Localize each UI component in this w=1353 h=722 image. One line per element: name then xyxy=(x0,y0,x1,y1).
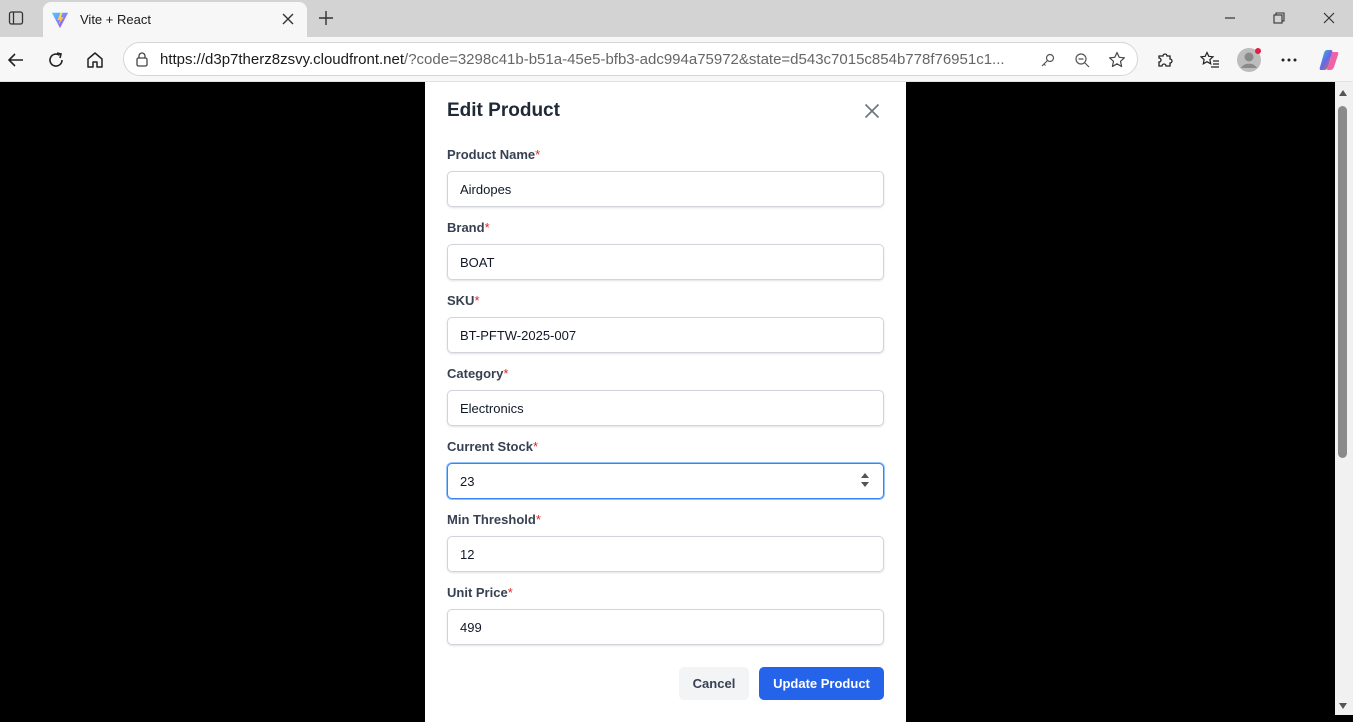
unit-price-field: Unit Price* 499 xyxy=(447,585,884,645)
tab-actions-icon[interactable] xyxy=(4,6,28,30)
current-stock-input[interactable]: 23 xyxy=(447,463,884,499)
back-arrow-icon[interactable] xyxy=(3,47,29,73)
new-tab-icon[interactable] xyxy=(314,6,338,30)
favorites-list-icon[interactable] xyxy=(1197,47,1223,73)
sku-field: SKU* BT-PFTW-2025-007 xyxy=(447,293,884,353)
refresh-icon[interactable] xyxy=(43,47,69,73)
lock-icon[interactable] xyxy=(134,51,150,67)
favorite-star-icon[interactable] xyxy=(1107,50,1127,70)
category-field: Category* Electronics xyxy=(447,366,884,426)
more-menu-icon[interactable] xyxy=(1276,47,1302,73)
profile-avatar-icon[interactable] xyxy=(1236,47,1262,73)
scrollbar-thumb[interactable] xyxy=(1338,106,1347,458)
password-key-icon[interactable] xyxy=(1038,50,1058,70)
copilot-icon[interactable] xyxy=(1316,47,1342,73)
close-icon[interactable] xyxy=(862,101,882,121)
url-query: /?code=3298c41b-b51a-45e5-bfb3-adc994a75… xyxy=(404,51,1005,68)
zoom-out-icon[interactable] xyxy=(1072,50,1092,70)
spinner-down-icon[interactable] xyxy=(861,482,869,487)
browser-tab-active[interactable]: Vite + React xyxy=(43,2,307,37)
product-name-label: Product Name* xyxy=(447,147,541,162)
browser-toolbar: https://d3p7therz8zsvy.cloudfront.net/?c… xyxy=(0,37,1353,82)
update-product-button[interactable]: Update Product xyxy=(759,667,884,700)
scroll-down-arrow-icon[interactable] xyxy=(1339,703,1347,709)
number-spinner-icon[interactable] xyxy=(861,473,869,489)
minimize-icon[interactable] xyxy=(1217,6,1243,30)
edit-product-modal: Edit Product Product Name* Airdopes Bran… xyxy=(425,82,906,722)
min-threshold-input[interactable]: 12 xyxy=(447,536,884,572)
min-threshold-field: Min Threshold* 12 xyxy=(447,512,884,572)
home-icon[interactable] xyxy=(82,47,108,73)
brand-label: Brand* xyxy=(447,220,490,235)
extensions-icon[interactable] xyxy=(1152,47,1178,73)
brand-input[interactable]: BOAT xyxy=(447,244,884,280)
cancel-button[interactable]: Cancel xyxy=(679,667,749,700)
address-bar[interactable]: https://d3p7therz8zsvy.cloudfront.net/?c… xyxy=(123,42,1138,76)
spinner-up-icon[interactable] xyxy=(861,473,869,478)
modal-title: Edit Product xyxy=(447,100,560,121)
unit-price-input[interactable]: 499 xyxy=(447,609,884,645)
window-close-icon[interactable] xyxy=(1316,6,1342,30)
brand-field: Brand* BOAT xyxy=(447,220,884,280)
page-scrollbar[interactable] xyxy=(1335,82,1353,715)
scroll-up-arrow-icon[interactable] xyxy=(1339,90,1347,96)
vite-logo-icon xyxy=(51,11,69,28)
browser-tab-bar: Vite + React xyxy=(0,0,1353,37)
current-stock-label: Current Stock* xyxy=(447,439,539,454)
url-text[interactable]: https://d3p7therz8zsvy.cloudfront.net/?c… xyxy=(160,51,1036,68)
tab-close-icon[interactable] xyxy=(279,10,297,28)
unit-price-label: Unit Price* xyxy=(447,585,513,600)
sku-input[interactable]: BT-PFTW-2025-007 xyxy=(447,317,884,353)
current-stock-field: Current Stock* 23 xyxy=(447,439,884,499)
restore-icon[interactable] xyxy=(1266,6,1292,30)
sku-label: SKU* xyxy=(447,293,480,308)
product-name-field: Product Name* Airdopes xyxy=(447,147,884,207)
product-name-input[interactable]: Airdopes xyxy=(447,171,884,207)
category-input[interactable]: Electronics xyxy=(447,390,884,426)
url-host: https://d3p7therz8zsvy.cloudfront.net xyxy=(160,51,405,68)
min-threshold-label: Min Threshold* xyxy=(447,512,541,527)
tab-title: Vite + React xyxy=(80,12,151,27)
category-label: Category* xyxy=(447,366,509,381)
